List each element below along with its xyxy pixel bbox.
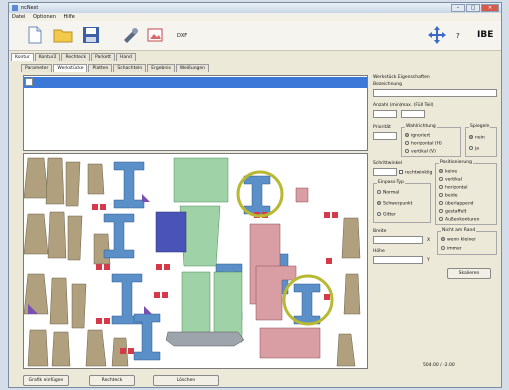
einpass-title: Einpass-Typ: [377, 180, 406, 185]
rand-immer-radio[interactable]: immer: [441, 246, 462, 252]
status-coordinates: 504.00 / -2.00: [423, 363, 455, 368]
move-icon[interactable]: [427, 25, 447, 45]
loeschen-button[interactable]: Löschen: [153, 375, 219, 386]
tab-kontur[interactable]: Kontur: [11, 53, 34, 61]
main-tabs: Kontur Kontur2 Rechteck Parkett Hand: [11, 53, 137, 62]
pos-keine-radio[interactable]: keine: [439, 169, 457, 175]
hoehe-input[interactable]: [373, 256, 423, 264]
bezeichnung-input[interactable]: [373, 89, 497, 97]
app-icon: [12, 5, 18, 11]
tab-kontur2[interactable]: Kontur2: [34, 53, 61, 61]
nicht-rand-group: Nicht am Rand wenn kleiner immer: [437, 228, 497, 255]
spiegeln-nein-radio[interactable]: nein: [469, 135, 485, 141]
maximize-button[interactable]: □: [466, 4, 480, 12]
close-button[interactable]: ✕: [481, 4, 499, 12]
menu-optionen[interactable]: Optionen: [30, 13, 59, 21]
wahl-vertikal-radio[interactable]: vertikal (V): [405, 149, 436, 155]
spiegeln-ja-radio[interactable]: ja: [469, 146, 479, 152]
skalieren-button[interactable]: Skalieren: [447, 268, 491, 279]
bottom-buttons: Grafik einfügen Rechteck Löschen: [23, 375, 368, 386]
tab-hand[interactable]: Hand: [116, 53, 136, 61]
spiegeln-group: Spiegeln nein ja: [465, 124, 497, 157]
pos-beide-radio[interactable]: beide: [439, 193, 458, 199]
tab-rechteck[interactable]: Rechteck: [61, 53, 91, 61]
prioritaet-label: Priorität: [373, 125, 391, 130]
gray-part: [165, 331, 245, 347]
breite-label: Breite: [373, 229, 387, 234]
help-icon[interactable]: ?: [456, 32, 460, 40]
ibe-logo: IBE: [477, 30, 494, 40]
tab-parkett[interactable]: Parkett: [91, 53, 115, 61]
positionierung-title: Positionierung: [439, 160, 473, 165]
new-file-icon[interactable]: [25, 25, 45, 45]
pos-ueberlappend-radio[interactable]: überlappend: [439, 201, 474, 207]
rechtwinklig-checkbox[interactable]: rechtwinklig: [399, 170, 432, 176]
nesting-drawing: [24, 157, 361, 367]
wahl-horizontal-radio[interactable]: horizontal (H): [405, 141, 442, 147]
wahlrichtung-title: Wahlrichtung: [405, 124, 437, 129]
einpass-schwerpunkt-radio[interactable]: Schwerpunkt: [377, 201, 412, 207]
open-folder-icon[interactable]: [53, 25, 73, 45]
pos-vertikal-radio[interactable]: vertikal: [439, 177, 462, 183]
anzahl-max-label: max. (Füll Teil): [401, 103, 434, 108]
bezeichnung-label: Bezeichnung: [373, 82, 402, 87]
tab-schachteln[interactable]: Schachteln: [113, 64, 147, 72]
anzahl-input[interactable]: [373, 110, 397, 118]
toolbar: DXF ? IBE: [9, 21, 501, 51]
dxf-label[interactable]: DXF: [177, 33, 187, 39]
tools-icon[interactable]: [121, 25, 141, 45]
hoehe-unit: Y: [427, 258, 430, 263]
pos-gestaffelt-radio[interactable]: gestaffelt: [439, 209, 466, 215]
props-title: Werkstück Eigenschaften: [373, 75, 430, 80]
anzahl-max-input[interactable]: [401, 110, 425, 118]
window-title: ncNest: [21, 5, 39, 11]
tab-parameter[interactable]: Parameter: [21, 64, 53, 72]
hoehe-label: Höhe: [373, 249, 385, 254]
schrittwinkel-label: Schrittwinkel: [373, 161, 403, 166]
menu-bar: Datei Optionen Hilfe: [9, 13, 501, 21]
tab-weissungen[interactable]: Weißungen: [175, 64, 210, 72]
app-window: ncNest – □ ✕ Datei Optionen Hilfe DXF ? …: [8, 2, 502, 388]
nesting-preview[interactable]: [23, 153, 368, 369]
minimize-button[interactable]: –: [451, 4, 465, 12]
breite-input[interactable]: [373, 236, 423, 244]
selected-list-row[interactable]: [24, 77, 367, 88]
properties-panel: Werkstück Eigenschaften Bezeichnung Anza…: [371, 75, 499, 375]
einpass-gitter-radio[interactable]: Gitter: [377, 212, 396, 218]
menu-hilfe[interactable]: Hilfe: [60, 13, 77, 21]
save-icon[interactable]: [81, 25, 101, 45]
wahl-ignoriert-radio[interactable]: ignoriert: [405, 133, 430, 139]
purple-block: [155, 211, 187, 253]
nicht-rand-title: Nicht am Rand: [441, 228, 477, 233]
image-icon[interactable]: [145, 25, 165, 45]
workpiece-list[interactable]: [23, 75, 368, 151]
tab-platten[interactable]: Platten: [88, 64, 113, 72]
list-row-cell[interactable]: [25, 78, 33, 86]
rand-wenn-kleiner-radio[interactable]: wenn kleiner: [441, 237, 476, 243]
spiegeln-title: Spiegeln: [469, 124, 491, 129]
einpass-group: Einpass-Typ Normal Schwerpunkt Gitter: [373, 180, 431, 223]
anzahl-label: Anzahl (min): [373, 103, 402, 108]
schrittwinkel-input[interactable]: [373, 168, 397, 176]
wahlrichtung-group: Wahlrichtung ignoriert horizontal (H) ve…: [401, 124, 461, 157]
rechteck-button[interactable]: Rechteck: [89, 375, 135, 386]
pos-horizontal-radio[interactable]: horizontal: [439, 185, 467, 191]
positionierung-group: Positionierung keine vertikal horizontal…: [435, 160, 497, 225]
grafik-einfuegen-button[interactable]: Grafik einfügen: [23, 375, 69, 386]
prioritaet-input[interactable]: [373, 132, 397, 140]
menu-datei[interactable]: Datei: [9, 13, 28, 21]
breite-unit: X: [427, 238, 431, 243]
pos-aussenkonturen-radio[interactable]: Außenkonturen: [439, 217, 479, 223]
title-bar: ncNest – □ ✕: [9, 3, 501, 13]
tab-werkstuecke[interactable]: Werkstücke: [53, 64, 88, 72]
tab-ergebnis[interactable]: Ergebnis: [147, 64, 175, 72]
einpass-normal-radio[interactable]: Normal: [377, 190, 399, 196]
sub-tabs: Parameter Werkstücke Platten Schachteln Erge…: [21, 64, 210, 73]
